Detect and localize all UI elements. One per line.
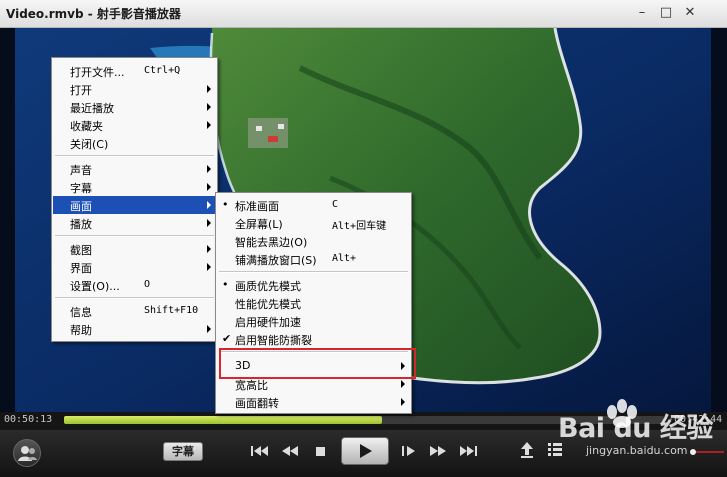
menu-item-recent[interactable]: 最近播放 [53,98,216,116]
submenu-arrow-icon [207,85,211,93]
menu-item-video[interactable]: 画面 [53,196,216,214]
submenu-arrow-icon [401,398,405,406]
menu-item-playback[interactable]: 播放 [53,214,216,232]
checkmark-icon: ✔ [222,332,232,345]
menu-item-screenshot[interactable]: 截图 [53,240,216,258]
submenu-arrow-icon [207,245,211,253]
submenu-arrow-icon [207,183,211,191]
submenu-item-hw-accel[interactable]: 启用硬件加速 [217,312,410,330]
submenu-arrow-icon [207,219,211,227]
submenu-arrow-icon [207,121,211,129]
play-icon [360,444,372,458]
upload-button[interactable] [518,440,536,460]
menu-item-open[interactable]: 打开 [53,80,216,98]
seek-bar-fill [64,416,382,424]
fast-forward-icon [430,446,446,456]
menu-item-audio[interactable]: 声音 [53,160,216,178]
subtitle-button[interactable]: 字幕 [163,442,203,461]
menu-item-settings[interactable]: 设置(O)... O [53,276,216,294]
menu-separator [55,155,214,157]
watermark-logo-text: Bai du 经验 [558,413,713,444]
close-icon: ✕ [684,5,696,20]
maximize-icon: □ [659,5,673,20]
submenu-arrow-icon [207,103,211,111]
window-title: Video.rmvb - 射手影音播放器 [6,7,181,21]
menu-item-close[interactable]: 关闭(C) [53,134,216,152]
baidu-watermark: Bai du 经验 jingyan.baidu.com [556,392,726,462]
prev-icon [251,446,268,456]
annotation-highlight-box [219,348,416,379]
submenu-item-anti-tearing[interactable]: ✔ 启用智能防撕裂 [217,330,410,348]
submenu-arrow-icon [207,263,211,271]
menu-separator [55,297,214,299]
fast-forward-button[interactable] [428,443,448,459]
menu-separator [219,271,408,273]
submenu-arrow-icon [207,165,211,173]
frame-step-icon [402,446,415,456]
submenu-item-fullscreen[interactable]: 全屏幕(L) Alt+回车键 [217,214,410,232]
menu-item-subtitle[interactable]: 字幕 [53,178,216,196]
submenu-arrow-icon [207,325,211,333]
upload-icon [521,442,533,458]
submenu-item-remove-borders[interactable]: 智能去黑边(O) [217,232,410,250]
minimize-button[interactable]: – [631,3,653,23]
radio-dot-icon: • [222,278,229,291]
next-button[interactable] [458,443,478,459]
elapsed-time: 00:50:13 [4,414,53,425]
menu-item-interface[interactable]: 界面 [53,258,216,276]
video-submenu: • 标准画面 C 全屏幕(L) Alt+回车键 智能去黑边(O) 铺满播放窗口(… [215,192,412,414]
watermark-url: jingyan.baidu.com [586,444,688,457]
stop-button[interactable] [314,444,328,458]
submenu-arrow-icon [401,380,405,388]
frame-step-button[interactable] [400,443,418,459]
menu-item-open-file[interactable]: 打开文件... Ctrl+Q [53,62,216,80]
context-menu: 打开文件... Ctrl+Q 打开 最近播放 收藏夹 关闭(C) 声音 字幕 画… [51,57,218,342]
submenu-item-quality-mode[interactable]: • 画质优先模式 [217,276,410,294]
close-button[interactable]: ✕ [679,3,701,23]
submenu-arrow-icon [207,201,211,209]
maximize-button[interactable]: □ [655,3,677,23]
previous-button[interactable] [250,443,270,459]
user-button[interactable] [13,439,41,467]
radio-dot-icon: • [222,198,229,211]
menu-item-favorites[interactable]: 收藏夹 [53,116,216,134]
submenu-item-standard[interactable]: • 标准画面 C [217,196,410,214]
menu-item-help[interactable]: 帮助 [53,320,216,338]
rewind-button[interactable] [280,443,300,459]
title-bar: Video.rmvb - 射手影音播放器 – □ ✕ [0,0,727,28]
rewind-icon [282,446,298,456]
next-icon [460,446,477,456]
play-button[interactable] [341,437,389,465]
user-icon [18,446,37,461]
menu-separator [55,235,214,237]
menu-item-info[interactable]: 信息 Shift+F10 [53,302,216,320]
submenu-item-fill-window[interactable]: 铺满播放窗口(S) Alt+ [217,250,410,268]
submenu-item-performance-mode[interactable]: 性能优先模式 [217,294,410,312]
stop-icon [316,447,325,456]
minimize-icon: – [638,5,646,20]
submenu-item-flip[interactable]: 画面翻转 [217,393,410,411]
